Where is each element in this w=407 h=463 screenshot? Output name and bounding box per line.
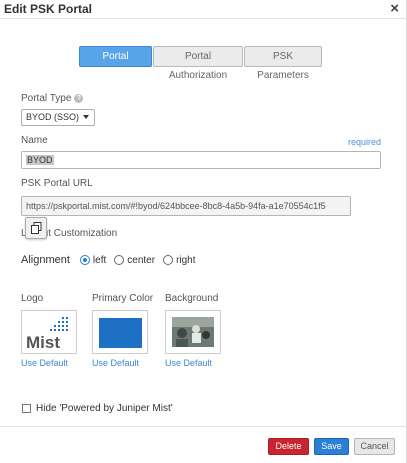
primary-color-swatch — [99, 318, 142, 348]
chevron-down-icon — [83, 115, 89, 119]
name-label: Name — [21, 135, 48, 146]
background-thumbnail[interactable] — [165, 310, 221, 354]
background-label: Background — [165, 293, 219, 304]
psk-portal-url-field[interactable]: https://pskportal.mist.com/#!byod/624bbc… — [21, 196, 351, 216]
tab-portal-settings[interactable]: Portal Settings — [79, 46, 152, 81]
portal-type-select[interactable]: BYOD (SSO) — [21, 109, 95, 126]
background-image-icon — [172, 317, 214, 347]
logo-use-default-link[interactable]: Use Default — [21, 358, 68, 368]
hide-powered-by-checkbox[interactable] — [22, 404, 31, 413]
alignment-center-radio[interactable]: center — [114, 255, 155, 266]
tab-psk-parameters[interactable]: PSK Parameters — [244, 46, 322, 81]
svg-text:Mist: Mist — [26, 333, 60, 352]
primary-color-use-default-link[interactable]: Use Default — [92, 358, 139, 368]
primary-color-thumbnail[interactable] — [92, 310, 148, 354]
cancel-button[interactable]: Cancel — [354, 438, 395, 455]
radio-selected-icon — [79, 255, 90, 265]
copy-icon — [31, 222, 42, 234]
delete-button[interactable]: Delete — [268, 438, 309, 455]
alignment-center-label: center — [127, 254, 156, 266]
tab-bar: Portal Settings Portal Authorization PSK… — [79, 46, 323, 81]
required-indicator: required — [347, 137, 381, 147]
save-button[interactable]: Save — [314, 438, 349, 455]
alignment-left-label: left — [92, 254, 107, 266]
close-icon[interactable]: × — [390, 0, 399, 17]
hide-powered-by-label: Hide 'Powered by Juniper Mist' — [36, 403, 173, 414]
mist-logo-icon: Mist — [26, 317, 68, 352]
logo-label: Logo — [21, 293, 44, 304]
dialog-title: Edit PSK Portal — [4, 2, 93, 16]
primary-color-label: Primary Color — [92, 293, 154, 304]
alignment-label: Alignment — [21, 254, 70, 266]
alignment-right-label: right — [176, 254, 196, 266]
hide-powered-by-row: Hide 'Powered by Juniper Mist' — [22, 403, 173, 414]
edit-psk-portal-dialog: Edit PSK Portal × Portal Settings Portal… — [0, 0, 407, 463]
logo-thumbnail[interactable]: Mist — [21, 310, 77, 354]
psk-portal-url-label: PSK Portal URL — [21, 178, 93, 189]
copy-url-button[interactable] — [25, 217, 47, 239]
name-input[interactable]: BYOD — [21, 151, 381, 169]
alignment-group: Alignment left center right — [21, 254, 204, 266]
portal-type-value: BYOD (SSO) — [26, 112, 80, 122]
portal-type-label: Portal Type? — [21, 93, 84, 104]
name-input-value: BYOD — [26, 155, 54, 165]
portal-type-label-text: Portal Type — [21, 93, 72, 104]
alignment-right-radio[interactable]: right — [163, 254, 196, 266]
radio-icon — [114, 255, 125, 265]
radio-icon — [163, 255, 174, 265]
alignment-left-radio[interactable]: left — [79, 254, 107, 266]
tab-portal-authorization[interactable]: Portal Authorization — [153, 46, 243, 81]
background-use-default-link[interactable]: Use Default — [165, 358, 212, 368]
help-icon[interactable]: ? — [74, 93, 84, 103]
dialog-header: Edit PSK Portal × — [0, 0, 407, 19]
